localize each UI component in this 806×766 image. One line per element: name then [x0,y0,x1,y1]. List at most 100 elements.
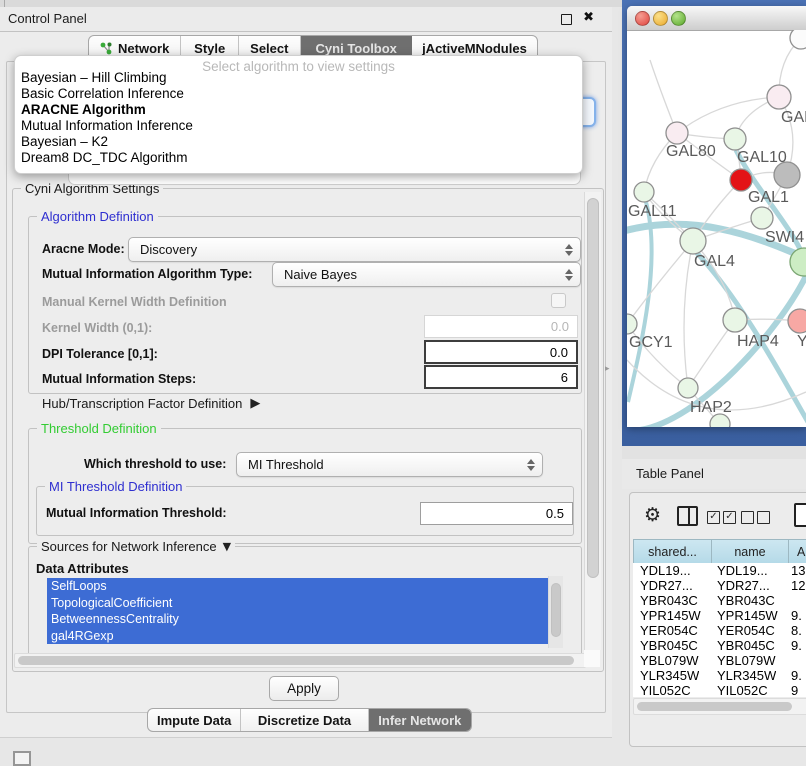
bottom-tabbar: Impute Data Discretize Data Infer Networ… [147,708,472,732]
network-window-titlebar[interactable] [627,6,806,31]
node-label: SWI4 [765,229,804,247]
dpi-tolerance-value: 0.0 [550,345,568,360]
settings-vertical-scrollbar[interactable] [584,192,601,650]
network-node-gal80[interactable] [666,122,688,144]
network-icon [100,42,113,55]
file-icon[interactable] [794,503,806,527]
dropdown-item-selected[interactable]: ARACNE Algorithm [20,102,577,118]
list-item[interactable]: gal4RGexp [47,628,549,645]
float-window-icon[interactable] [561,14,572,25]
mi-threshold-field[interactable]: 0.5 [420,502,573,525]
tab-impute-data[interactable]: Impute Data [148,709,241,731]
table-body: YDL19...YDL19...13 YDR27...YDR27...12 YB… [633,563,806,697]
manual-kernel-label: Manual Kernel Width Definition [42,295,227,309]
network-node-gal11[interactable] [634,182,654,202]
minimized-panel-icon[interactable] [13,751,31,766]
which-threshold-label: Which threshold to use: [84,457,226,471]
deselect-checkbox-icon[interactable] [757,511,770,524]
tab-discretize-data[interactable]: Discretize Data [241,709,368,731]
hub-definition-expander[interactable]: Hub/Transcription Factor Definition ▶ [42,394,260,412]
node-label: GAL4 [694,253,735,271]
node-label: GAL [781,109,806,127]
which-threshold-combobox[interactable]: MI Threshold [236,452,543,477]
maximize-traffic-light[interactable] [671,11,686,26]
tab-network-label: Network [118,41,169,56]
node-label: HAP4 [737,333,779,351]
manual-kernel-checkbox[interactable] [551,293,566,308]
close-traffic-light[interactable] [635,11,650,26]
control-panel-titlebar: Control Panel ✖ [0,7,612,32]
gear-icon[interactable]: ⚙ [644,504,661,526]
table-horizontal-scrollbar-thumb[interactable] [637,702,792,711]
apply-button[interactable]: Apply [269,676,339,701]
mi-steps-label: Mutual Information Steps: [42,372,196,386]
data-attributes-list[interactable]: SelfLoops TopologicalCoefficient Between… [44,576,564,648]
table-panel-title: Table Panel [636,466,704,481]
network-node-hap4[interactable] [723,308,747,332]
table-horizontal-scrollbar[interactable] [633,698,806,715]
aracne-mode-label: Aracne Mode: [42,242,125,256]
minimize-traffic-light[interactable] [653,11,668,26]
dropdown-item[interactable]: Dream8 DC_TDC Algorithm [20,150,577,166]
algorithm-dropdown: Select algorithm to view settings Bayesi… [14,55,583,174]
aracne-mode-value: Discovery [140,242,197,257]
dpi-tolerance-field[interactable]: 0.0 [424,340,578,364]
mi-steps-field[interactable]: 6 [424,365,578,389]
data-attributes-label: Data Attributes [36,561,129,576]
dropdown-item[interactable]: Basic Correlation Inference [20,86,577,102]
collapse-down-icon[interactable]: ▼ [223,540,231,553]
mi-type-combobox[interactable]: Naive Bayes [272,262,581,287]
column-header-name[interactable]: name [711,539,789,564]
dropdown-item[interactable]: Mutual Information Inference [20,118,577,134]
column-header-shared-name[interactable]: shared... [633,539,712,564]
select-all-checkbox-icon[interactable]: ✓ [707,511,720,524]
dropdown-item[interactable]: Bayesian – K2 [20,134,577,150]
list-scrollbar-thumb[interactable] [551,583,561,637]
hub-definition-label: Hub/Transcription Factor Definition [42,396,242,411]
settings-vertical-scrollbar-thumb[interactable] [587,198,599,578]
settings-horizontal-scrollbar[interactable] [14,653,586,668]
tab-cyni-toolbox-label: Cyni Toolbox [316,41,397,56]
network-node-swi4[interactable] [751,207,773,229]
dropdown-item[interactable]: Bayesian – Hill Climbing [20,70,577,86]
control-panel-title: Control Panel [8,11,87,26]
aracne-mode-combobox[interactable]: Discovery [128,237,581,262]
list-item[interactable]: BetweennessCentrality [47,611,549,628]
network-node-gal1[interactable] [730,169,752,191]
network-node[interactable] [790,30,806,49]
list-item[interactable]: SelfLoops [47,578,549,595]
network-node-gal4[interactable] [680,228,706,254]
network-node[interactable] [767,85,791,109]
mi-threshold-value: 0.5 [546,506,564,521]
select-all-checkbox-icon[interactable]: ✓ [723,511,736,524]
column-view-icon[interactable] [677,506,698,526]
mi-type-value: Naive Bayes [284,267,357,282]
table-panel-header: Table Panel [622,459,806,489]
spinner-arrows-icon [527,459,535,471]
list-scrollbar[interactable] [548,576,563,648]
close-icon[interactable]: ✖ [583,10,594,25]
node-label: GCY1 [629,334,673,352]
scrollbar-corner [584,650,600,667]
network-node[interactable] [788,309,806,333]
settings-horizontal-scrollbar-thumb[interactable] [18,656,574,665]
network-node-hap2[interactable] [678,378,698,398]
which-threshold-value: MI Threshold [248,457,324,472]
dpi-tolerance-label: DPI Tolerance [0,1]: [42,347,158,361]
kernel-width-value: 0.0 [551,319,569,334]
node-label: HAP2 [690,399,732,417]
spinner-arrows-icon [565,244,573,256]
splitter-handle-icon[interactable]: ▸ [605,363,610,374]
tab-infer-network[interactable]: Infer Network [369,709,471,731]
list-item[interactable]: TopologicalCoefficient [47,595,549,612]
network-node-gcy1[interactable] [627,314,637,334]
table-panel-strip [622,446,806,460]
network-node-gal10[interactable] [724,128,746,150]
column-header-truncated[interactable]: A [788,539,806,564]
kernel-width-field[interactable]: 0.0 [424,315,578,338]
deselect-checkbox-icon[interactable] [741,511,754,524]
node-label: GAL10 [737,149,787,167]
spinner-arrows-icon [565,269,573,281]
screenshot-root: { "icons": { "close": "✖", "gear": "⚙", … [0,0,806,762]
tab-discretize-data-label: Discretize Data [258,713,351,728]
